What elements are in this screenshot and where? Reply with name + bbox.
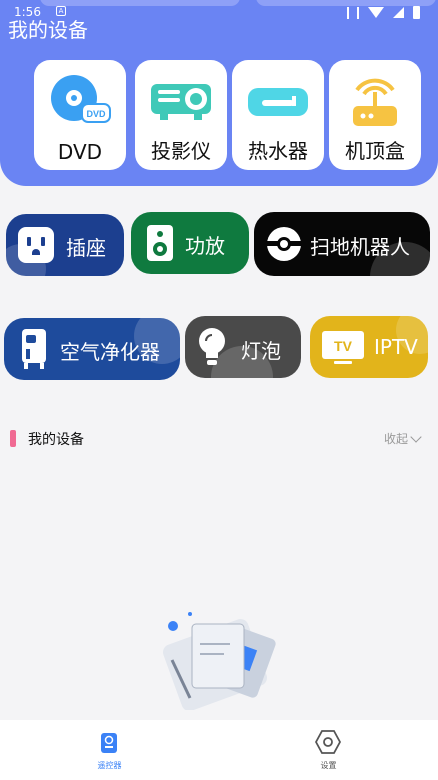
- collapse-toggle[interactable]: 收起: [383, 430, 422, 447]
- bottom-tab-bar: 遥控器 设置: [0, 720, 438, 780]
- wifi-icon: [368, 7, 384, 18]
- robot-vacuum-icon: [267, 227, 301, 261]
- socket-icon: [18, 227, 54, 263]
- device-type-label: 灯泡: [241, 339, 281, 363]
- svg-text:TV: TV: [334, 338, 353, 354]
- device-type-label: 空气净化器: [60, 340, 160, 364]
- device-type-label: 功放: [185, 234, 225, 258]
- remote-icon: [101, 733, 117, 753]
- chevron-down-icon: [410, 430, 422, 443]
- battery-icon: [413, 6, 420, 19]
- device-card-label: 热水器: [248, 139, 308, 163]
- device-card-label: 投影仪: [151, 139, 211, 163]
- light-bulb-icon: [199, 328, 225, 365]
- empty-document-icon: [162, 612, 276, 710]
- settings-hexagon-icon: [315, 730, 341, 754]
- water-heater-icon: [248, 88, 308, 116]
- air-purifier-icon: [22, 329, 46, 369]
- device-type-label: 插座: [66, 236, 106, 260]
- set-top-box-icon: [353, 78, 397, 126]
- device-card-water-heater[interactable]: 热水器: [232, 60, 324, 170]
- device-type-label: IPTV: [374, 335, 418, 359]
- tab-settings[interactable]: 设置: [219, 720, 438, 780]
- device-type-iptv[interactable]: TV IPTV: [310, 316, 428, 378]
- device-card-dvd[interactable]: DVD DVD: [34, 60, 126, 170]
- section-accent-bar: [10, 430, 16, 447]
- section-title: 我的设备: [28, 432, 84, 448]
- device-type-light-bulb[interactable]: 灯泡: [185, 316, 301, 378]
- system-icons: [347, 6, 420, 19]
- device-card-label: DVD: [57, 140, 103, 164]
- collapse-label: 收起: [383, 432, 408, 446]
- page-title: 我的设备: [8, 18, 88, 42]
- vibrate-icon: [347, 6, 359, 19]
- device-type-label: 扫地机器人: [310, 235, 410, 259]
- dvd-icon: DVD: [51, 75, 111, 123]
- my-devices-section-header: 我的设备 收起: [10, 428, 428, 450]
- device-type-socket[interactable]: 插座: [6, 214, 124, 276]
- tv-icon: TV: [322, 331, 364, 364]
- device-card-projector[interactable]: 投影仪: [135, 60, 227, 170]
- device-card-label: 机顶盒: [345, 139, 405, 163]
- device-card-set-top-box[interactable]: 机顶盒: [329, 60, 421, 170]
- signal-icon: [393, 7, 404, 18]
- tab-label: 设置: [320, 761, 337, 770]
- device-type-robot-vacuum[interactable]: 扫地机器人: [254, 212, 430, 276]
- tab-remote[interactable]: 遥控器: [0, 720, 219, 780]
- device-type-air-purifier[interactable]: 空气净化器: [4, 318, 180, 380]
- projector-icon: [151, 84, 211, 120]
- svg-text:DVD: DVD: [86, 109, 106, 119]
- device-type-amplifier[interactable]: 功放: [131, 212, 249, 274]
- tab-label: 遥控器: [97, 761, 122, 770]
- speaker-icon: [147, 225, 173, 261]
